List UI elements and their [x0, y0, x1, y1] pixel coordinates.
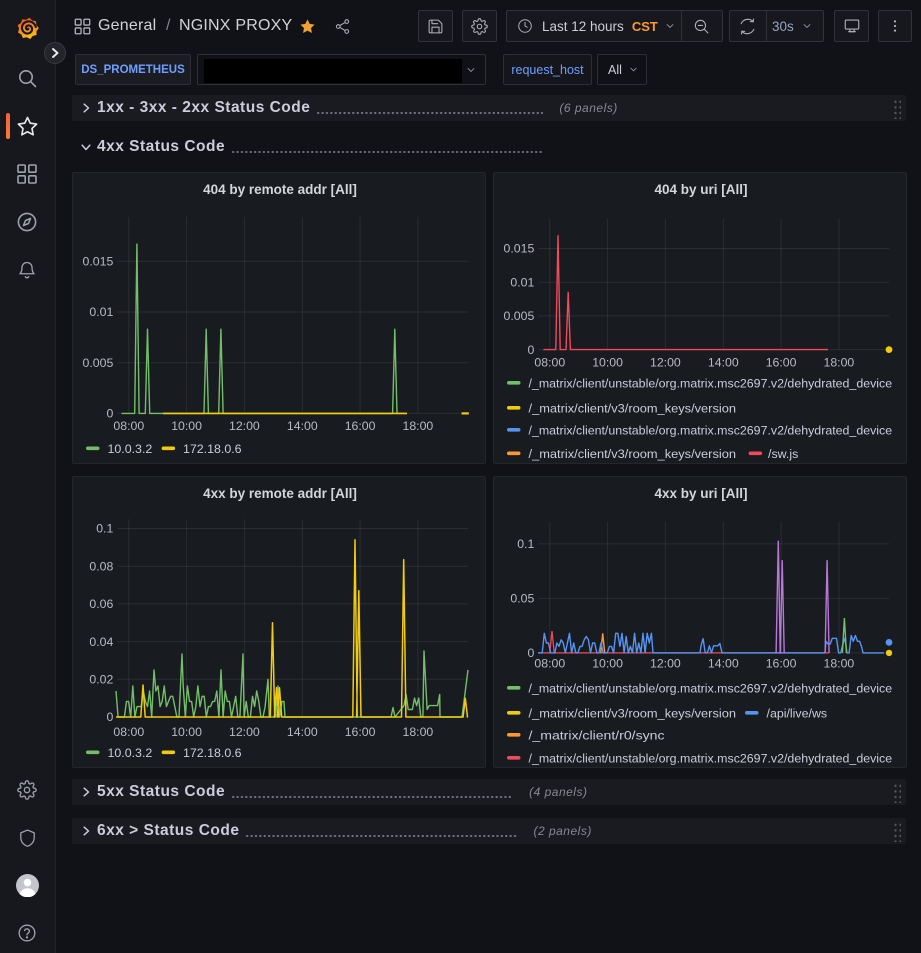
svg-text:18:00: 18:00 [824, 657, 855, 671]
svg-text:16:00: 16:00 [345, 419, 376, 433]
svg-text:10:00: 10:00 [171, 725, 202, 739]
svg-text:172.18.0.6: 172.18.0.6 [183, 442, 242, 456]
svg-text:/_matrix/client/v3/room_keys/v: /_matrix/client/v3/room_keys/version [529, 401, 737, 415]
svg-text:08:00: 08:00 [534, 356, 565, 370]
svg-text:0.1: 0.1 [96, 522, 113, 536]
svg-text:0.01: 0.01 [510, 275, 534, 289]
svg-text:18:00: 18:00 [824, 356, 855, 370]
svg-text:14:00: 14:00 [287, 419, 318, 433]
svg-text:/sw.js: /sw.js [768, 447, 798, 461]
svg-text:14:00: 14:00 [708, 356, 739, 370]
svg-text:10:00: 10:00 [592, 356, 623, 370]
svg-text:/_matrix/client/unstable/org.m: /_matrix/client/unstable/org.matrix.msc2… [529, 681, 893, 695]
svg-text:/_matrix/client/v3/room_keys/v: /_matrix/client/v3/room_keys/version [529, 706, 737, 720]
svg-text:14:00: 14:00 [708, 657, 739, 671]
svg-text:0: 0 [106, 407, 113, 421]
svg-text:16:00: 16:00 [766, 356, 797, 370]
svg-text:10.0.3.2: 10.0.3.2 [108, 746, 153, 760]
svg-text:16:00: 16:00 [345, 725, 376, 739]
svg-text:0.01: 0.01 [89, 305, 113, 319]
svg-text:/_matrix/client/unstable/org.m: /_matrix/client/unstable/org.matrix.msc2… [529, 376, 893, 390]
svg-text:4xx by remote addr [All]: 4xx by remote addr [All] [203, 486, 357, 501]
svg-text:172.18.0.6: 172.18.0.6 [183, 746, 242, 760]
svg-text:0.005: 0.005 [504, 309, 535, 323]
svg-text:0.05: 0.05 [510, 592, 534, 606]
svg-text:404 by uri [All]: 404 by uri [All] [654, 182, 747, 197]
svg-text:10:00: 10:00 [171, 419, 202, 433]
svg-text:0.02: 0.02 [89, 673, 113, 687]
svg-text:0.005: 0.005 [83, 356, 114, 370]
svg-text:404 by remote addr [All]: 404 by remote addr [All] [203, 182, 357, 197]
svg-text:12:00: 12:00 [229, 419, 260, 433]
svg-text:0.015: 0.015 [83, 255, 114, 269]
svg-text:0.06: 0.06 [89, 597, 113, 611]
svg-text:0.1: 0.1 [517, 537, 534, 551]
svg-text:18:00: 18:00 [403, 725, 434, 739]
svg-text:08:00: 08:00 [113, 725, 144, 739]
svg-text:12:00: 12:00 [229, 725, 260, 739]
svg-text:0.08: 0.08 [89, 559, 113, 573]
svg-text:12:00: 12:00 [650, 657, 681, 671]
svg-text:/api/live/ws: /api/live/ws [767, 706, 828, 720]
svg-text:10.0.3.2: 10.0.3.2 [108, 442, 153, 456]
svg-text:18:00: 18:00 [403, 419, 434, 433]
svg-text:0: 0 [527, 646, 534, 660]
svg-text:08:00: 08:00 [534, 657, 565, 671]
svg-text:4xx by uri [All]: 4xx by uri [All] [654, 486, 747, 501]
svg-text:/_matrix/client/unstable/org.m: /_matrix/client/unstable/org.matrix.msc2… [529, 423, 893, 437]
svg-text:10:00: 10:00 [592, 657, 623, 671]
svg-text:12:00: 12:00 [650, 356, 681, 370]
svg-text:/_matrix/client/r0/sync: /_matrix/client/r0/sync [529, 728, 665, 742]
svg-text:0.04: 0.04 [89, 635, 113, 649]
svg-text:0.015: 0.015 [504, 242, 535, 256]
svg-text:16:00: 16:00 [766, 657, 797, 671]
svg-text:08:00: 08:00 [113, 419, 144, 433]
svg-text:0: 0 [527, 343, 534, 357]
svg-text:/_matrix/client/v3/room_keys/v: /_matrix/client/v3/room_keys/version [529, 447, 737, 461]
svg-text:/_matrix/client/unstable/org.m: /_matrix/client/unstable/org.matrix.msc2… [529, 751, 893, 765]
svg-text:14:00: 14:00 [287, 725, 318, 739]
svg-text:0: 0 [106, 710, 113, 724]
